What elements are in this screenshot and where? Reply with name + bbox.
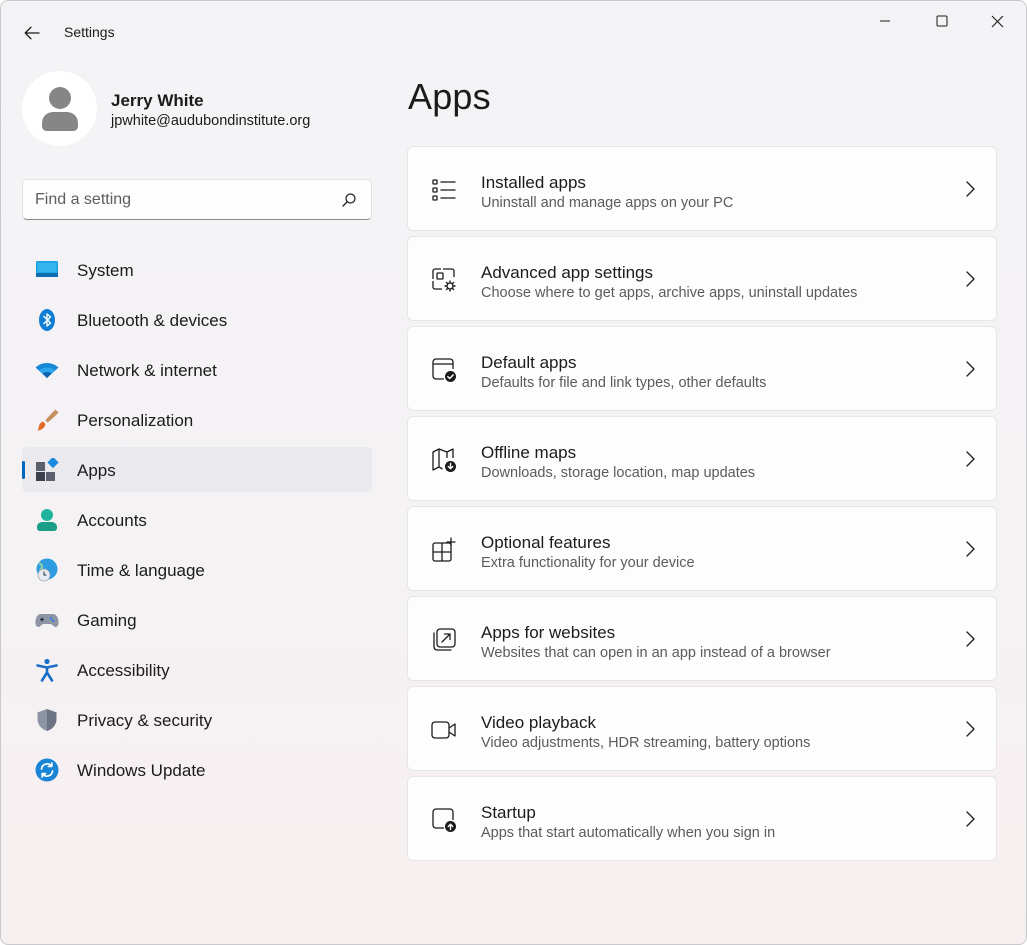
sidebar-item-label: Time & language xyxy=(77,561,205,580)
chevron-right-icon xyxy=(966,271,975,287)
chevron-right-icon xyxy=(966,181,975,197)
chevron-right-icon xyxy=(966,811,975,827)
sidebar-item-gaming[interactable]: Gaming xyxy=(22,597,372,642)
card-title: Installed apps xyxy=(481,173,586,192)
sidebar-item-label: Gaming xyxy=(77,611,137,630)
card-optional-features[interactable]: Optional features Extra functionality fo… xyxy=(407,506,997,591)
card-subtitle: Extra functionality for your device xyxy=(481,555,695,571)
window-check-icon xyxy=(432,358,456,382)
user-profile[interactable]: Jerry White jpwhite@audubondinstitute.or… xyxy=(22,71,382,147)
update-icon xyxy=(35,758,59,782)
title-bar: Settings xyxy=(1,1,1026,63)
maximize-button[interactable] xyxy=(913,1,970,41)
sidebar-item-system[interactable]: System xyxy=(22,247,372,292)
sidebar-item-label: Privacy & security xyxy=(77,711,213,730)
card-subtitle: Choose where to get apps, archive apps, … xyxy=(481,285,858,301)
search-icon[interactable] xyxy=(341,192,357,208)
card-title: Optional features xyxy=(481,533,611,552)
chevron-right-icon xyxy=(966,451,975,467)
sidebar-item-label: Windows Update xyxy=(77,761,206,780)
sidebar-item-label: Accessibility xyxy=(77,661,170,680)
search-input[interactable] xyxy=(35,189,325,211)
chevron-right-icon xyxy=(966,721,975,737)
card-subtitle: Websites that can open in an app instead… xyxy=(481,645,831,661)
user-name: Jerry White xyxy=(111,91,204,110)
globe-clock-icon xyxy=(36,558,58,582)
app-title: Settings xyxy=(64,24,115,40)
open-link-icon xyxy=(433,628,456,651)
card-apps-for-websites[interactable]: Apps for websites Websites that can open… xyxy=(407,596,997,681)
sidebar-item-personalization[interactable]: Personalization xyxy=(22,397,372,442)
user-email: jpwhite@audubondinstitute.org xyxy=(111,113,311,129)
back-button[interactable] xyxy=(15,19,49,47)
accessibility-icon xyxy=(36,658,58,682)
close-button[interactable] xyxy=(969,1,1026,41)
card-title: Video playback xyxy=(481,713,596,732)
gamepad-icon xyxy=(35,614,59,627)
card-subtitle: Downloads, storage location, map updates xyxy=(481,465,756,481)
person-icon xyxy=(37,509,57,531)
card-subtitle: Apps that start automatically when you s… xyxy=(481,825,776,841)
sidebar-item-label: System xyxy=(77,261,134,280)
search-box xyxy=(22,179,372,220)
sidebar-item-label: Bluetooth & devices xyxy=(77,311,228,330)
chevron-right-icon xyxy=(966,541,975,557)
sidebar-item-accessibility[interactable]: Accessibility xyxy=(22,647,372,692)
minimize-icon xyxy=(879,20,890,22)
close-icon xyxy=(991,15,1004,27)
sidebar-item-bluetooth[interactable]: Bluetooth & devices xyxy=(22,297,372,342)
person-silhouette-icon xyxy=(41,86,78,131)
sidebar-nav: System Bluetooth & devices Network & int… xyxy=(22,247,372,797)
card-subtitle: Defaults for file and link types, other … xyxy=(481,375,767,391)
video-camera-icon xyxy=(431,721,456,739)
card-offline-maps[interactable]: Offline maps Downloads, storage location… xyxy=(407,416,997,501)
card-title: Default apps xyxy=(481,353,577,372)
card-title: Advanced app settings xyxy=(481,263,654,282)
chevron-right-icon xyxy=(966,361,975,377)
app-gear-icon xyxy=(432,268,456,292)
sidebar-item-label: Apps xyxy=(77,461,116,480)
maximize-icon xyxy=(936,15,947,27)
card-subtitle: Video adjustments, HDR streaming, batter… xyxy=(481,735,811,751)
card-default-apps[interactable]: Default apps Defaults for file and link … xyxy=(407,326,997,411)
card-title: Apps for websites xyxy=(481,623,616,642)
sidebar-item-apps[interactable]: Apps xyxy=(22,447,372,492)
system-icon xyxy=(36,261,58,277)
list-icon xyxy=(432,179,456,201)
card-title: Offline maps xyxy=(481,443,577,462)
page-title: Apps xyxy=(408,76,491,117)
sidebar-item-label: Accounts xyxy=(77,511,147,530)
settings-card-list: Installed apps Uninstall and manage apps… xyxy=(407,146,997,866)
card-video-playback[interactable]: Video playback Video adjustments, HDR st… xyxy=(407,686,997,771)
card-subtitle: Uninstall and manage apps on your PC xyxy=(481,195,734,211)
map-download-icon xyxy=(432,448,456,472)
brush-icon xyxy=(37,409,59,431)
sidebar-item-time-language[interactable]: Time & language xyxy=(22,547,372,592)
card-installed-apps[interactable]: Installed apps Uninstall and manage apps… xyxy=(407,146,997,231)
settings-window: Settings Jerry White jpwhite@audubondins xyxy=(0,0,1027,945)
card-startup[interactable]: Startup Apps that start automatically wh… xyxy=(407,776,997,861)
apps-icon xyxy=(36,458,59,481)
sidebar-item-label: Network & internet xyxy=(77,361,217,380)
sidebar-item-label: Personalization xyxy=(77,411,194,430)
arrow-left-icon xyxy=(24,26,40,40)
card-title: Startup xyxy=(481,803,536,822)
card-advanced-app-settings[interactable]: Advanced app settings Choose where to ge… xyxy=(407,236,997,321)
sidebar-item-windows-update[interactable]: Windows Update xyxy=(22,747,372,792)
bluetooth-icon xyxy=(39,309,55,331)
startup-icon xyxy=(432,808,456,832)
sidebar-item-privacy-security[interactable]: Privacy & security xyxy=(22,697,372,742)
grid-add-icon xyxy=(432,537,456,562)
sidebar-item-accounts[interactable]: Accounts xyxy=(22,497,372,542)
shield-icon xyxy=(37,709,57,731)
chevron-right-icon xyxy=(966,631,975,647)
minimize-button[interactable] xyxy=(856,1,913,41)
sidebar-item-network[interactable]: Network & internet xyxy=(22,347,372,392)
avatar xyxy=(22,71,97,146)
wifi-icon xyxy=(35,363,59,378)
